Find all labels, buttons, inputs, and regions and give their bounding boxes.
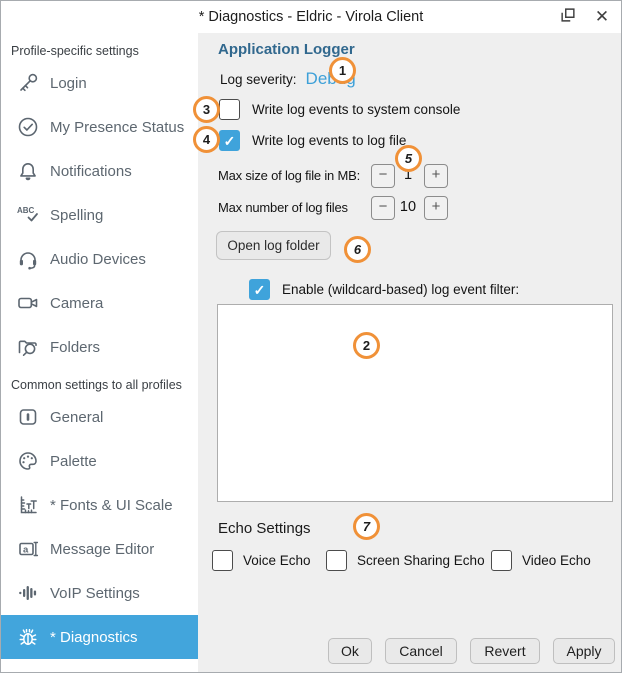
sidebar-item-general[interactable]: General xyxy=(1,395,198,439)
echo-settings-heading: Echo Settings xyxy=(218,520,311,537)
sidebar-item-label: Login xyxy=(50,75,87,92)
sidebar-item-fonts-ui-scale[interactable]: * Fonts & UI Scale xyxy=(1,483,198,527)
log-filter-row: ✓ Enable (wildcard-based) log event filt… xyxy=(249,279,519,300)
log-filter-checkbox[interactable]: ✓ xyxy=(249,279,270,300)
max-log-size-decrement-button[interactable]: − xyxy=(371,164,395,188)
sidebar-item-label: Audio Devices xyxy=(50,251,146,268)
sidebar-item-label: Message Editor xyxy=(50,541,154,558)
voip-bars-icon xyxy=(15,580,41,606)
sidebar-item-audio-devices[interactable]: Audio Devices xyxy=(1,237,198,281)
video-echo-checkbox[interactable]: ✓ xyxy=(491,550,512,571)
annotation-badge-3: 3 xyxy=(193,96,220,123)
restore-window-button[interactable] xyxy=(551,1,585,33)
max-log-files-row: Max number of log files − 10 + xyxy=(218,196,468,220)
log-filter-textarea[interactable] xyxy=(217,304,613,502)
palette-icon xyxy=(15,448,41,474)
sidebar-item-message-editor[interactable]: a Message Editor xyxy=(1,527,198,571)
sidebar-item-spelling[interactable]: ABC Spelling xyxy=(1,193,198,237)
max-log-size-label: Max size of log file in MB: xyxy=(218,168,360,183)
max-log-files-increment-button[interactable]: + xyxy=(424,196,448,220)
bug-icon xyxy=(15,624,41,650)
console-log-row: ✓ Write log events to system console xyxy=(219,99,460,120)
sidebar-item-label: General xyxy=(50,409,103,426)
sidebar-item-label: VoIP Settings xyxy=(50,585,140,602)
annotation-badge-6: 6 xyxy=(344,236,371,263)
settings-sidebar: Profile-specific settings Login My Prese… xyxy=(1,33,198,672)
console-log-checkbox[interactable]: ✓ xyxy=(219,99,240,120)
sidebar-section-profile: Profile-specific settings xyxy=(11,44,198,61)
voice-echo-label: Voice Echo xyxy=(243,553,311,568)
sidebar-item-label: My Presence Status xyxy=(50,119,184,136)
application-logger-heading: Application Logger xyxy=(218,41,355,58)
settings-window: * Diagnostics - Eldric - Virola Client ✕… xyxy=(0,0,622,673)
svg-text:a: a xyxy=(23,545,29,556)
sidebar-item-diagnostics[interactable]: * Diagnostics xyxy=(1,615,198,659)
max-log-size-row: Max size of log file in MB: − 1 + xyxy=(218,164,468,188)
video-echo-row: ✓ Video Echo xyxy=(491,550,591,571)
screen-sharing-echo-label: Screen Sharing Echo xyxy=(357,553,485,568)
bell-icon xyxy=(15,158,41,184)
sidebar-item-label: Notifications xyxy=(50,163,132,180)
sidebar-item-folders[interactable]: Folders xyxy=(1,325,198,369)
dialog-footer: Ok Cancel Revert Apply xyxy=(328,638,615,664)
annotation-badge-1: 1 xyxy=(329,57,356,84)
fonts-scale-icon xyxy=(15,492,41,518)
annotation-badge-2: 2 xyxy=(353,332,380,359)
apply-button[interactable]: Apply xyxy=(553,638,615,664)
titlebar: * Diagnostics - Eldric - Virola Client ✕ xyxy=(1,1,621,33)
file-log-row: ✓ Write log events to log file xyxy=(219,130,406,151)
sidebar-item-label: Spelling xyxy=(50,207,103,224)
sidebar-section-common: Common settings to all profiles xyxy=(11,378,198,395)
diagnostics-panel: Application Logger Log severity: Debug ✓… xyxy=(198,33,621,672)
sidebar-item-login[interactable]: Login xyxy=(1,61,198,105)
sidebar-item-label: * Diagnostics xyxy=(50,629,138,646)
close-icon: ✕ xyxy=(595,7,609,27)
message-editor-icon: a xyxy=(15,536,41,562)
sidebar-item-label: * Fonts & UI Scale xyxy=(50,497,173,514)
open-log-folder-button[interactable]: Open log folder xyxy=(216,231,331,260)
folder-search-icon xyxy=(15,334,41,360)
voice-echo-checkbox[interactable]: ✓ xyxy=(212,550,233,571)
general-icon xyxy=(15,404,41,430)
sidebar-item-voip-settings[interactable]: VoIP Settings xyxy=(1,571,198,615)
file-log-checkbox[interactable]: ✓ xyxy=(219,130,240,151)
headset-icon xyxy=(15,246,41,272)
sidebar-item-camera[interactable]: Camera xyxy=(1,281,198,325)
svg-text:ABC: ABC xyxy=(17,206,35,215)
cancel-button[interactable]: Cancel xyxy=(385,638,457,664)
annotation-badge-5: 5 xyxy=(395,145,422,172)
revert-button[interactable]: Revert xyxy=(470,638,540,664)
key-icon xyxy=(15,70,41,96)
sidebar-item-label: Camera xyxy=(50,295,103,312)
sidebar-item-palette[interactable]: Palette xyxy=(1,439,198,483)
checkmark-icon: ✓ xyxy=(254,283,266,297)
max-log-files-value: 10 xyxy=(394,199,422,215)
presence-status-icon xyxy=(15,114,41,140)
restore-icon xyxy=(559,6,577,29)
sidebar-item-label: Folders xyxy=(50,339,100,356)
annotation-badge-7: 7 xyxy=(353,513,380,540)
sidebar-item-notifications[interactable]: Notifications xyxy=(1,149,198,193)
checkmark-icon: ✓ xyxy=(224,134,236,148)
sidebar-item-my-presence-status[interactable]: My Presence Status xyxy=(1,105,198,149)
max-log-files-label: Max number of log files xyxy=(218,200,348,215)
close-window-button[interactable]: ✕ xyxy=(585,1,619,33)
ok-button[interactable]: Ok xyxy=(328,638,372,664)
spelling-check-icon: ABC xyxy=(15,202,41,228)
sidebar-item-label: Palette xyxy=(50,453,97,470)
annotation-badge-4: 4 xyxy=(193,126,220,153)
max-log-size-increment-button[interactable]: + xyxy=(424,164,448,188)
camera-icon xyxy=(15,290,41,316)
video-echo-label: Video Echo xyxy=(522,553,591,568)
window-title: * Diagnostics - Eldric - Virola Client xyxy=(1,1,621,33)
screen-sharing-echo-row: ✓ Screen Sharing Echo xyxy=(326,550,485,571)
file-log-label: Write log events to log file xyxy=(252,133,406,148)
voice-echo-row: ✓ Voice Echo xyxy=(212,550,311,571)
screen-sharing-echo-checkbox[interactable]: ✓ xyxy=(326,550,347,571)
log-severity-label: Log severity: xyxy=(220,72,297,87)
log-filter-label: Enable (wildcard-based) log event filter… xyxy=(282,282,519,297)
max-log-files-decrement-button[interactable]: − xyxy=(371,196,395,220)
console-log-label: Write log events to system console xyxy=(252,102,460,117)
